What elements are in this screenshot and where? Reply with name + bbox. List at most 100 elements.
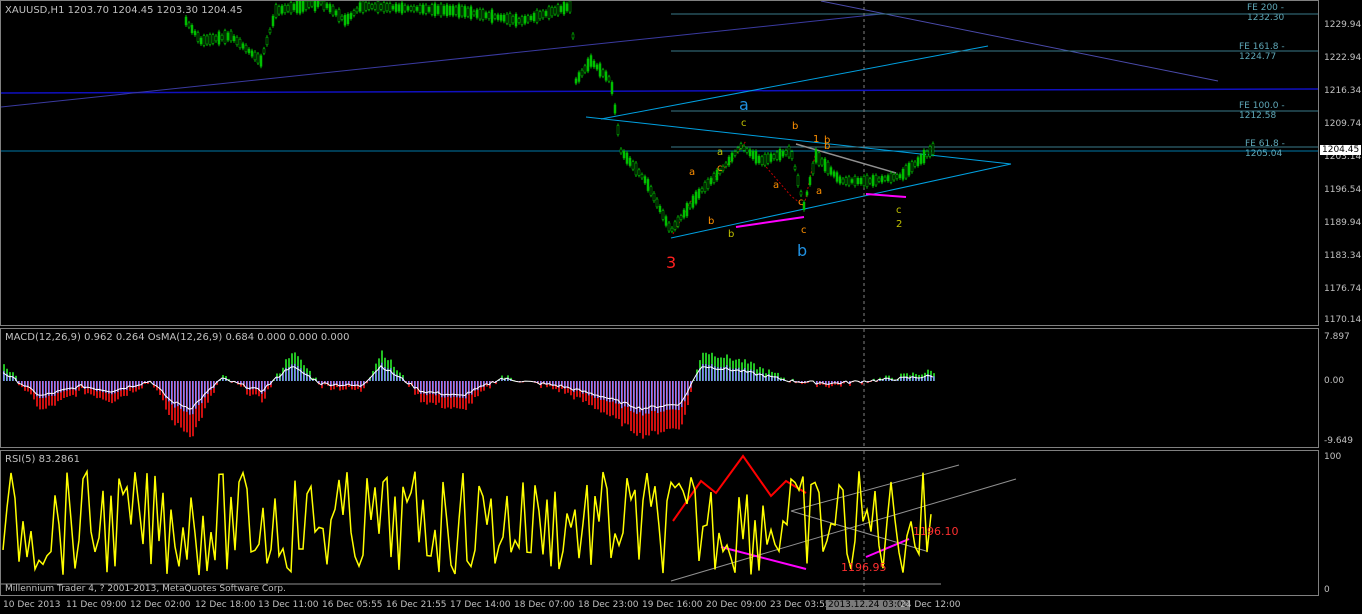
candle-body xyxy=(550,7,554,17)
price-chart-canvas xyxy=(1,1,1318,325)
candle-body xyxy=(931,143,935,155)
candle-body xyxy=(478,9,482,20)
candle-body xyxy=(880,175,884,183)
candle-body xyxy=(853,176,857,186)
wave-small-label: c xyxy=(717,163,723,174)
candle-body xyxy=(775,151,779,160)
wave-small-label: a xyxy=(717,147,724,158)
time-tick: 17 Dec 14:00 xyxy=(450,600,511,610)
wave-small-label: 2 xyxy=(896,219,903,230)
candle-body xyxy=(190,25,194,33)
time-tick: 24 Dec 12:00 xyxy=(900,600,961,610)
candle-body xyxy=(418,5,422,13)
candle-body xyxy=(397,4,401,12)
candle-body xyxy=(496,14,500,20)
candle-body xyxy=(511,16,515,24)
descending-trendline xyxy=(820,1,1219,82)
candle-body xyxy=(211,34,215,44)
candle-body xyxy=(523,16,527,24)
candle-body xyxy=(385,3,389,12)
candle-body xyxy=(394,3,398,12)
candle-body xyxy=(328,4,332,13)
candle-body xyxy=(232,35,236,42)
macd-bar xyxy=(660,381,662,412)
candle-body xyxy=(355,7,359,13)
candle-body xyxy=(910,161,914,172)
candle-body xyxy=(784,150,788,155)
triangle-upper-line xyxy=(585,116,1012,165)
pink-divergence-line-2 xyxy=(865,193,907,198)
candle-body xyxy=(913,161,917,167)
rsi-pane[interactable]: RSI(5) 83.2861 1196.10 1196.95 Millenniu… xyxy=(0,450,1319,596)
candle-body xyxy=(553,7,557,15)
candle-body xyxy=(268,29,272,33)
candle-body xyxy=(691,195,695,208)
candle-body xyxy=(283,4,287,14)
candle-body xyxy=(460,6,464,17)
candle-body xyxy=(640,174,644,179)
fe-label: FE 61.8 - 1205.04 xyxy=(1245,139,1285,159)
candle-body xyxy=(202,35,206,46)
candle-body xyxy=(277,6,281,15)
candle-body xyxy=(535,9,539,23)
candle-body xyxy=(274,4,278,18)
grey-wave-line xyxy=(795,143,897,174)
candle-body xyxy=(253,51,257,61)
candle-body xyxy=(526,15,530,23)
candle-body xyxy=(886,175,890,182)
candle-body xyxy=(817,152,821,166)
macd-pane[interactable]: MACD(12,26,9) 0.962 0.264 OsMA(12,26,9) … xyxy=(0,328,1319,448)
candle-body xyxy=(595,64,599,70)
candle-body xyxy=(916,157,920,166)
candle-body xyxy=(514,13,518,27)
candle-body xyxy=(361,1,365,13)
candle-body xyxy=(337,9,341,22)
price-tick: 1216.34 xyxy=(1324,86,1362,96)
candle-body xyxy=(859,178,863,184)
price-chart-pane[interactable]: XAUUSD,H1 1203.70 1204.45 1203.30 1204.4… xyxy=(0,0,1319,326)
macd-bar xyxy=(636,381,638,414)
candle-body xyxy=(862,176,866,186)
candle-body xyxy=(556,4,560,16)
candle-body xyxy=(208,34,212,45)
time-tick: 12 Dec 18:00 xyxy=(195,600,256,610)
candle-body xyxy=(841,178,845,184)
price-tick: 1183.34 xyxy=(1324,251,1362,261)
macd-canvas xyxy=(2,329,935,447)
current-price-tag: 1204.45 xyxy=(1320,145,1362,155)
channel-upper-line xyxy=(600,45,989,120)
candle-body xyxy=(736,147,740,152)
wave-small-label: c xyxy=(896,205,902,216)
candle-body xyxy=(658,206,662,212)
candle-body xyxy=(559,6,563,12)
candle-body xyxy=(349,13,353,19)
candle-body xyxy=(265,36,269,46)
candle-body xyxy=(508,13,512,26)
price-tick: 1222.94 xyxy=(1324,53,1362,63)
fe-label: FE 161.8 - 1224.77 xyxy=(1239,42,1285,62)
candle-body xyxy=(484,12,488,18)
macd-bar xyxy=(663,381,665,412)
candle-body xyxy=(463,6,467,18)
candle-body xyxy=(319,1,323,5)
candle-body xyxy=(637,169,641,176)
candle-body xyxy=(925,151,929,157)
candle-body xyxy=(844,177,848,185)
macd-title: MACD(12,26,9) 0.962 0.264 OsMA(12,26,9) … xyxy=(5,332,350,343)
candle-body xyxy=(286,5,290,12)
candle-body xyxy=(739,143,743,149)
candle-body xyxy=(442,5,446,15)
candle-body xyxy=(259,55,263,67)
candle-body xyxy=(688,203,692,209)
rsi-pink-line-2 xyxy=(865,538,910,558)
candle-body xyxy=(604,71,608,81)
candle-body xyxy=(481,9,485,20)
candle-body xyxy=(475,9,479,18)
price-tick: 1196.54 xyxy=(1324,185,1362,195)
candle-body xyxy=(193,30,197,36)
candle-body xyxy=(838,176,842,184)
candle-body xyxy=(532,13,536,22)
copyright-text: Millennium Trader 4, ? 2001-2013, MetaQu… xyxy=(5,584,286,594)
candle-body xyxy=(499,14,503,21)
candle-body xyxy=(541,10,545,19)
